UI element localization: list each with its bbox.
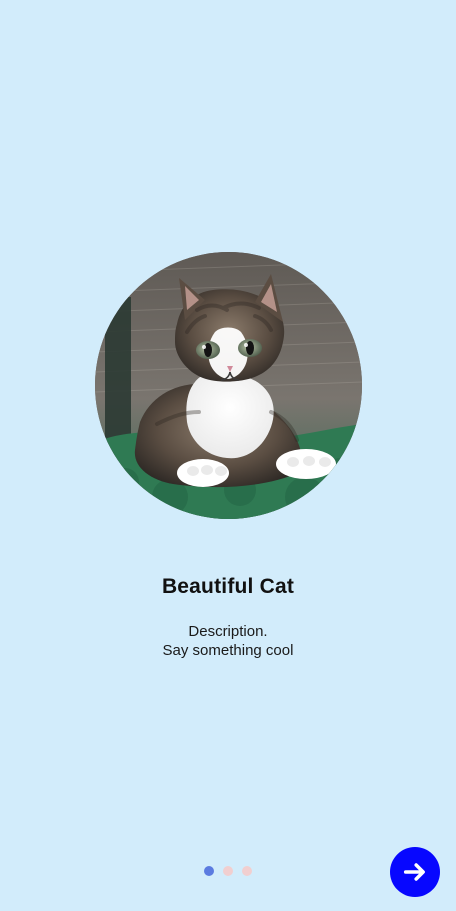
cat-photo-icon (95, 252, 362, 519)
onboarding-title: Beautiful Cat (161, 575, 295, 598)
arrow-right-icon (403, 863, 425, 881)
page-dot-3[interactable] (242, 866, 252, 876)
description-line-2: Say something cool (162, 642, 294, 659)
onboarding-description: Description. Say something cool (0, 622, 456, 660)
page-indicator (204, 866, 252, 876)
page-dot-2[interactable] (223, 866, 233, 876)
description-line-1: Description. (188, 623, 268, 640)
page-dot-1[interactable] (204, 866, 214, 876)
next-button[interactable] (390, 847, 440, 897)
hero-image (95, 252, 362, 519)
onboarding-screen: Beautiful Cat Description. Say something… (0, 0, 456, 911)
